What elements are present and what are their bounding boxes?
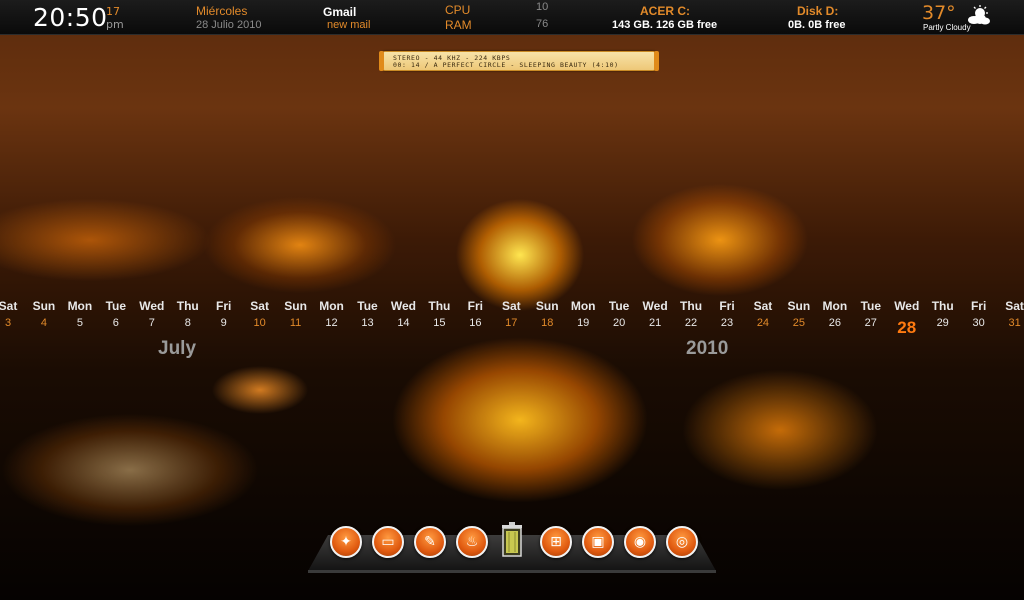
day-name: Miércoles bbox=[196, 4, 248, 18]
calendar-day-number: 25 bbox=[792, 317, 806, 329]
drive-d-info: 0B. 0B free bbox=[788, 19, 846, 31]
calendar-day-name: Mon bbox=[67, 299, 93, 313]
calendar-day-name: Thu bbox=[428, 299, 451, 313]
calendar-day-number: 26 bbox=[828, 317, 841, 329]
calendar-year: 2010 bbox=[686, 338, 729, 359]
calendar-day-number: 31 bbox=[1008, 317, 1021, 329]
calendar-day-number: 30 bbox=[972, 317, 985, 329]
track-title: 00: 14 / A PERFECT CIRCLE - SLEEPING BEA… bbox=[393, 61, 619, 69]
trash-icon[interactable] bbox=[499, 522, 525, 558]
calendar-day-name: Mon bbox=[822, 299, 848, 313]
ram-label: RAM bbox=[445, 18, 472, 32]
calendar-day-number: 27 bbox=[864, 317, 877, 329]
fire-icon[interactable]: ♨ bbox=[456, 526, 488, 558]
calendar-day-number: 9 bbox=[220, 317, 227, 329]
calendar-day-name: Thu bbox=[680, 299, 703, 313]
calendar-day-number: 16 bbox=[469, 317, 482, 329]
truck-icon[interactable]: ▣ bbox=[582, 526, 614, 558]
clock-time: 20:50 bbox=[33, 3, 108, 32]
calendar-day-number: 20 bbox=[613, 317, 626, 329]
drive-c-title[interactable]: ACER C: bbox=[640, 4, 690, 18]
calendar-day-name: Thu bbox=[176, 299, 199, 313]
partly-cloudy-icon bbox=[965, 5, 991, 27]
calendar-day-name: Mon bbox=[570, 299, 596, 313]
calendar-day-name: Sun bbox=[32, 299, 56, 313]
clock-ampm: pm bbox=[106, 18, 124, 31]
calendar-day-name: Sat bbox=[753, 299, 773, 313]
gmail-link[interactable]: Gmail bbox=[323, 5, 356, 19]
calendar-day-number: 5 bbox=[76, 317, 83, 329]
calendar-day-name: Tue bbox=[608, 299, 630, 313]
calendar-day-name: Sat bbox=[1005, 299, 1024, 313]
calendar-day-name: Sat bbox=[501, 299, 521, 313]
disc-icon[interactable]: ◎ bbox=[666, 526, 698, 558]
calendar-day-number: 21 bbox=[648, 317, 662, 329]
calendar-day-name: Thu bbox=[931, 299, 954, 313]
calendar-day-number: 10 bbox=[253, 317, 266, 329]
calendar-day-name: Sun bbox=[787, 299, 811, 313]
clock-seconds: 17 bbox=[106, 5, 120, 18]
calendar-day-name: Tue bbox=[105, 299, 127, 313]
calendar-day-number: 6 bbox=[112, 317, 119, 329]
paw-icon[interactable]: ✦ bbox=[330, 526, 362, 558]
calendar-day-number: 23 bbox=[720, 317, 734, 329]
calendar-day-name: Wed bbox=[390, 299, 416, 313]
calendar-day-number: 15 bbox=[433, 317, 446, 329]
cpu-value: 10 bbox=[536, 1, 549, 13]
calendar-day-name: Wed bbox=[894, 299, 920, 313]
weather-condition: Partly Cloudy bbox=[923, 23, 971, 32]
monitor-icon[interactable]: ▭ bbox=[372, 526, 404, 558]
calendar-day-name: Fri bbox=[467, 299, 484, 313]
calendar-day-number: 22 bbox=[684, 317, 698, 329]
calendar-day-number: 4 bbox=[40, 317, 47, 329]
pencil-icon[interactable]: ✎ bbox=[414, 526, 446, 558]
calendar-day-name: Wed bbox=[139, 299, 165, 313]
calendar-day-name: Fri bbox=[719, 299, 735, 313]
calendar-day-number: 8 bbox=[184, 317, 191, 329]
weather-temperature: 37° bbox=[922, 2, 956, 24]
calendar-day-number: 19 bbox=[577, 317, 590, 329]
calendar-day-number: 29 bbox=[936, 317, 949, 329]
cpu-label: CPU bbox=[445, 3, 471, 17]
calendar-day-name: Tue bbox=[860, 299, 882, 313]
dock-shelf-edge bbox=[308, 570, 716, 573]
drive-d-title[interactable]: Disk D: bbox=[797, 4, 838, 18]
full-date: 28 Julio 2010 bbox=[196, 19, 262, 31]
calendar-day-number: 13 bbox=[361, 317, 374, 329]
calendar-day-name: Sun bbox=[535, 299, 559, 313]
calendar-day-name: Mon bbox=[319, 299, 344, 313]
calendar-day-name: Tue bbox=[357, 299, 378, 313]
calendar-day-name: Sun bbox=[284, 299, 307, 313]
calendar-day-number: 14 bbox=[397, 317, 410, 329]
top-bar: 20:50 17 pm Miércoles 28 Julio 2010 Gmai… bbox=[0, 0, 1024, 35]
calendar-day-number: 17 bbox=[505, 317, 518, 329]
gmail-status[interactable]: new mail bbox=[327, 19, 370, 31]
calendar-day-name: Wed bbox=[642, 299, 668, 313]
calendar-day-number: 11 bbox=[289, 317, 302, 329]
globe-icon[interactable]: ◉ bbox=[624, 526, 656, 558]
calendar-day-name: Fri bbox=[970, 299, 987, 313]
calendar-day-number: 12 bbox=[325, 317, 338, 329]
calendar-day-number: 18 bbox=[541, 317, 554, 329]
calendar-day-number: 24 bbox=[756, 317, 770, 329]
calendar-day-name: Fri bbox=[216, 299, 232, 313]
ram-value: 76 bbox=[536, 18, 549, 30]
calendar-day-number: 7 bbox=[148, 317, 155, 329]
cart-icon[interactable]: ⊞ bbox=[540, 526, 572, 558]
calendar-month: July bbox=[158, 338, 197, 359]
media-player[interactable]: STEREO - 44 KHZ - 224 KBPS 00: 14 / A PE… bbox=[379, 51, 659, 71]
drive-c-info: 143 GB. 126 GB free bbox=[612, 19, 718, 31]
calendar-day-name: Sat bbox=[250, 299, 269, 313]
calendar-today: 28 bbox=[897, 318, 917, 337]
